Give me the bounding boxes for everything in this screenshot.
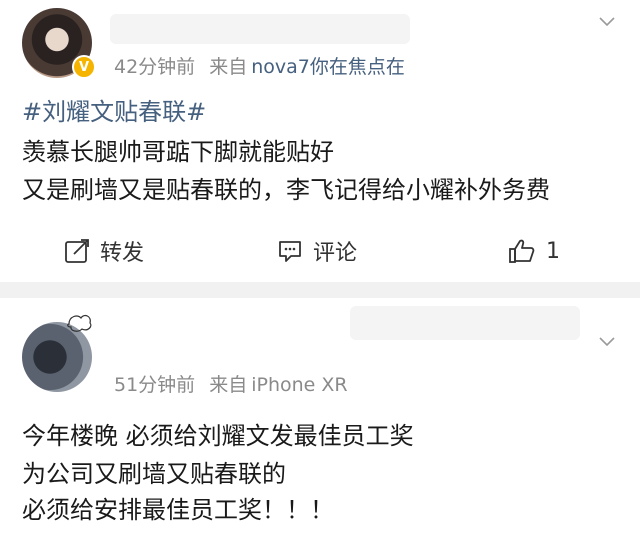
client-link[interactable]: iPhone XR: [251, 374, 347, 396]
via-label: 来自: [209, 56, 248, 78]
weibo-post-1: V 42分钟前 来自 nova7你在焦点在 #刘耀文贴春联# 羡慕长腿帅哥踮下脚就能…: [0, 0, 640, 282]
action-bar: 转发 评论 1: [0, 230, 640, 272]
post-separator: [0, 282, 640, 298]
post-time: 42分钟前: [114, 56, 196, 78]
via-label: 来自: [209, 374, 248, 396]
blurred-username: [350, 306, 580, 340]
comment-icon: [279, 241, 301, 262]
repost-label: 转发: [100, 241, 145, 266]
share-icon: [65, 239, 89, 263]
client-link[interactable]: nova7你在焦点在: [251, 56, 405, 78]
weibo-post-2: 51分钟前 来自 iPhone XR 今年楼晚 必须给刘耀文发最佳员工奖 为公司又刷…: [0, 298, 640, 539]
blurred-username: [110, 14, 410, 44]
avatar-decoration-icon: [67, 314, 92, 332]
repost-button[interactable]: 转发: [64, 230, 144, 272]
chevron-down-icon[interactable]: [599, 334, 615, 350]
post-text-line: 今年楼晚 必须给刘耀文发最佳员工奖: [22, 422, 414, 450]
chevron-down-icon[interactable]: [599, 14, 615, 30]
comment-label: 评论: [313, 241, 358, 266]
post-time: 51分钟前: [114, 374, 196, 396]
post-meta: 42分钟前 来自 nova7你在焦点在: [114, 52, 405, 79]
verified-badge-icon: V: [72, 55, 96, 79]
like-button[interactable]: 1: [508, 230, 560, 272]
thumbs-up-icon: [509, 239, 535, 263]
comment-button[interactable]: 评论: [277, 230, 357, 272]
post-meta: 51分钟前 来自 iPhone XR: [114, 370, 348, 397]
like-count: 1: [546, 238, 560, 264]
post-text-line: 为公司又刷墙又贴春联的: [22, 460, 286, 488]
post-text-line: 又是刷墙又是贴春联的，李飞记得给小耀补外务费: [22, 176, 550, 204]
post-text-line: 必须给安排最佳员工奖！！！: [22, 496, 334, 524]
hashtag-link[interactable]: #刘耀文贴春联#: [22, 92, 206, 127]
post-text-line: 羡慕长腿帅哥踮下脚就能贴好: [22, 138, 334, 166]
